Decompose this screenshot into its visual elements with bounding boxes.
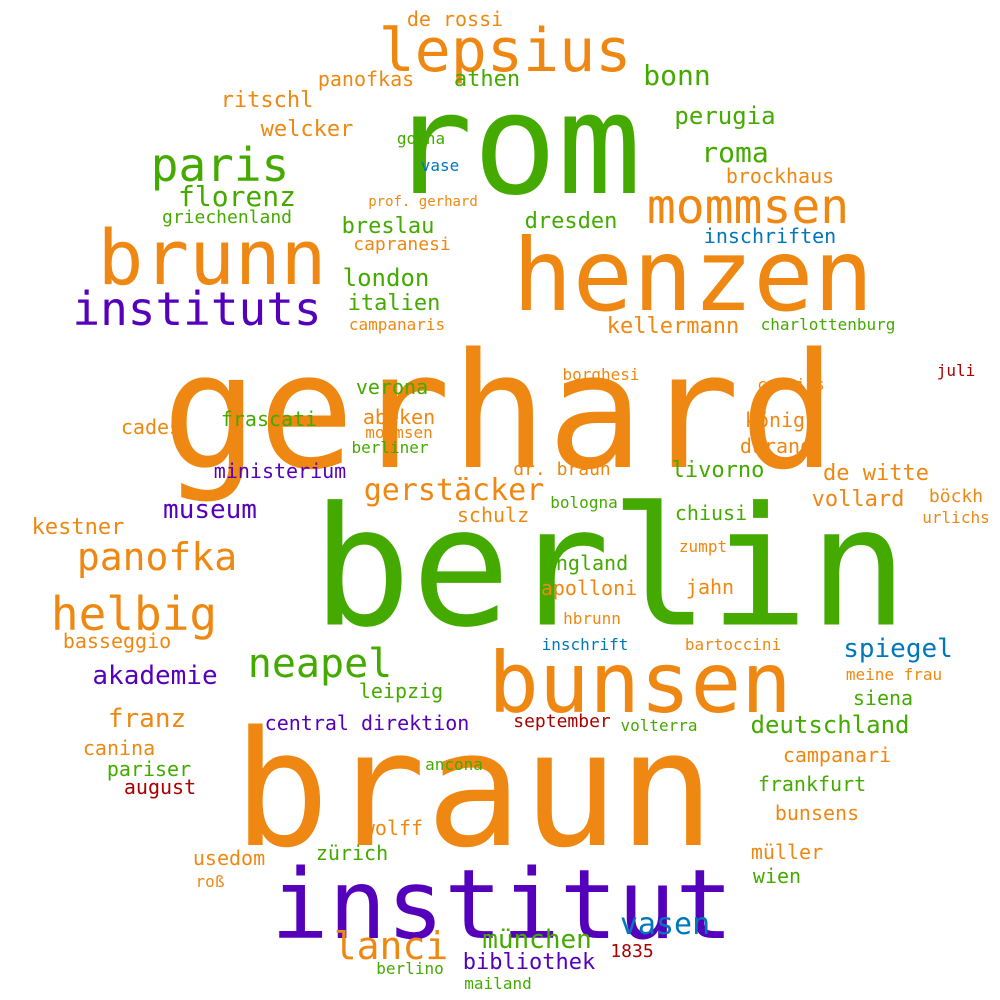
word-inschrift: inschrift <box>541 635 629 654</box>
word-august: august <box>123 775 197 799</box>
word-kellermann: kellermann <box>606 314 740 339</box>
word-usedom: usedom <box>192 846 266 870</box>
word-chiusi: chiusi <box>674 501 748 525</box>
word-de-rossi: de rossi <box>406 7 504 31</box>
word-frascati: frascati <box>220 407 318 431</box>
word-jahn: jahn <box>685 575 735 599</box>
word-konig: könig <box>744 408 806 432</box>
word-neapel: neapel <box>247 641 393 687</box>
word-cades: cades <box>120 415 182 439</box>
word-spiegel: spiegel <box>843 634 953 664</box>
word-wolff: wolff <box>362 816 424 840</box>
word-gerstacker: gerstäcker <box>363 473 545 508</box>
word-siena: siena <box>852 686 914 710</box>
word-panofka: panofka <box>76 535 238 579</box>
word-muller: müller <box>750 840 824 864</box>
word-vase: vase <box>420 156 460 175</box>
word-zumpt: zumpt <box>678 537 728 556</box>
word-ancona: ancona <box>425 755 483 774</box>
word-wien: wien <box>752 864 802 888</box>
word-panofkas: panofkas <box>317 67 415 91</box>
word-vasen: vasen <box>619 907 711 942</box>
word-griechenland: griechenland <box>161 207 293 228</box>
word-de-witte: de witte <box>823 461 929 486</box>
word-berlino: berlino <box>376 959 444 978</box>
word-verona: verona <box>355 375 429 399</box>
word-bunsens: bunsens <box>774 801 860 825</box>
word-welcker: welcker <box>260 117 354 142</box>
word-volterra: volterra <box>620 716 698 735</box>
word-bartoccini: bartoccini <box>684 635 782 654</box>
word-gotha: gotha <box>396 129 446 148</box>
word-zurich: zürich <box>315 841 389 865</box>
word-museum: museum <box>163 495 257 525</box>
word-urlichs: urlichs <box>922 508 990 527</box>
word-leipzig: leipzig <box>358 679 444 703</box>
word-ross: roß <box>195 872 225 891</box>
word-durand: durand <box>739 434 813 458</box>
word-borghesi: borghesi <box>562 365 640 384</box>
word-deutschland: deutschland <box>750 711 910 739</box>
word-franz: franz <box>107 704 187 734</box>
word-campanari: campanari <box>782 743 892 767</box>
word-vollard: vollard <box>811 487 905 512</box>
word-bonn: bonn <box>643 59 711 92</box>
word-hbrunn: hbrunn <box>563 609 621 628</box>
word-ministerium: ministerium <box>213 459 347 483</box>
word-prof-gerhard: prof. gerhard <box>368 194 478 210</box>
word-1835: 1835 <box>610 941 654 962</box>
word-roma: roma <box>701 136 769 169</box>
word-instituts: instituts <box>72 282 322 336</box>
word-london: london <box>342 264 430 292</box>
word-meine-frau: meine frau <box>845 665 943 684</box>
word-kestner: kestner <box>31 515 125 540</box>
word-berliner: berliner <box>351 438 429 457</box>
word-akademie: akademie <box>92 661 218 691</box>
word-basseggio: basseggio <box>62 629 172 653</box>
word-ritschl: ritschl <box>220 88 314 113</box>
word-italien: italien <box>347 291 441 316</box>
word-curtius: curtius <box>757 375 825 394</box>
word-charlottenburg: charlottenburg <box>760 315 896 334</box>
word-capranesi: capranesi <box>353 234 451 255</box>
word-cloud: gerhard berlin braun rom henzen institut… <box>0 0 1000 1000</box>
word-perugia: perugia <box>674 102 776 130</box>
word-dr-braun: dr. braun <box>513 459 611 480</box>
word-england: england <box>543 551 629 575</box>
word-frankfurt: frankfurt <box>757 772 867 796</box>
word-inschriften: inschriften <box>703 224 837 248</box>
word-mailand: mailand <box>464 974 532 993</box>
word-juli: juli <box>936 361 976 380</box>
word-brockhaus: brockhaus <box>725 164 835 188</box>
word-central-direktion: central direktion <box>264 711 470 735</box>
word-livorno: livorno <box>671 458 765 483</box>
word-campanaris: campanaris <box>348 315 446 334</box>
word-apolloni: apolloni <box>540 576 638 600</box>
word-canina: canina <box>82 736 156 760</box>
word-dresden: dresden <box>524 209 618 234</box>
word-bibliothek: bibliothek <box>462 950 596 975</box>
word-schulz: schulz <box>456 503 530 527</box>
word-athen: athen <box>453 67 521 92</box>
word-september: september <box>513 711 611 732</box>
word-bologna: bologna <box>550 493 618 512</box>
word-bockh: böckh <box>928 486 984 507</box>
